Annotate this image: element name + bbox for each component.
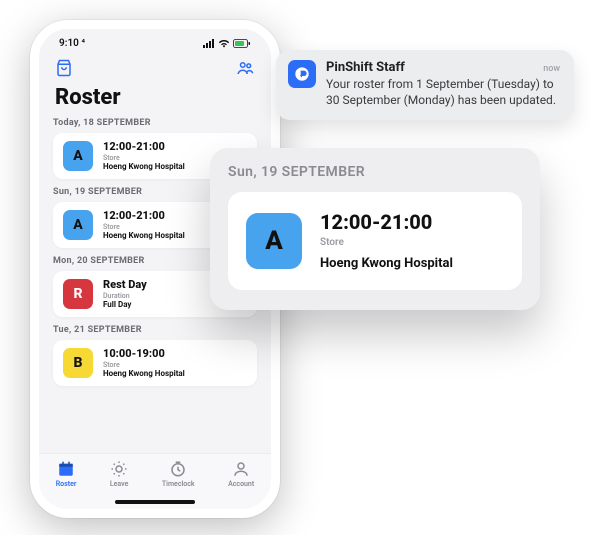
enlarged-day-label: Sun, 19 SEPTEMBER [228, 164, 522, 180]
enlarged-shift-location: Hoeng Kwong Hospital [320, 256, 453, 272]
day-label: Today, 18 SEPTEMBER [53, 118, 257, 133]
shift-role: Duration [103, 292, 147, 300]
shift-role: Store [103, 154, 185, 162]
enlarged-shift-role: Store [320, 237, 453, 250]
shift-card[interactable]: B 10:00-19:00 Store Hoeng Kwong Hospital [53, 340, 257, 386]
clock-icon [169, 460, 187, 478]
shift-info: 10:00-19:00 Store Hoeng Kwong Hospital [103, 348, 185, 378]
shift-info: 12:00-21:00 Store Hoeng Kwong Hospital [103, 141, 185, 171]
push-notification[interactable]: PinShift Staff now Your roster from 1 Se… [276, 50, 574, 120]
app-bar [39, 53, 271, 83]
day-label: Tue, 21 SEPTEMBER [53, 325, 257, 340]
shift-time: 12:00-21:00 [103, 141, 185, 154]
calendar-icon [57, 460, 75, 478]
notification-app-name: PinShift Staff [326, 60, 405, 75]
notification-timestamp: now [543, 64, 560, 74]
shift-time: 10:00-19:00 [103, 348, 185, 361]
status-bar: 9:10 ⁴ [39, 29, 271, 53]
shift-badge: A [63, 210, 93, 240]
shopping-bag-icon[interactable] [55, 59, 73, 81]
shift-role: Store [103, 361, 185, 369]
shift-time: Rest Day [103, 279, 147, 292]
tab-bar: Roster Leave Timeclock Account [39, 453, 271, 509]
tab-label: Leave [110, 480, 129, 488]
shift-time: 12:00-21:00 [103, 210, 185, 223]
shift-location: Hoeng Kwong Hospital [103, 231, 185, 240]
page-title: Roster [39, 83, 271, 118]
day-section: Tue, 21 SEPTEMBER B 10:00-19:00 Store Ho… [39, 325, 271, 394]
enlarged-shift-badge: A [246, 213, 302, 269]
shift-info: Rest Day Duration Full Day [103, 279, 147, 309]
tab-roster[interactable]: Roster [56, 460, 77, 488]
team-icon[interactable] [235, 59, 255, 81]
signal-icon [203, 39, 215, 48]
status-indicators [203, 39, 251, 48]
tab-label: Timeclock [162, 480, 195, 488]
battery-icon [233, 39, 251, 48]
person-icon [232, 460, 250, 478]
shift-badge: R [63, 279, 93, 309]
enlarged-shift-time: 12:00-21:00 [320, 210, 453, 235]
tab-account[interactable]: Account [228, 460, 254, 488]
shift-badge: A [63, 141, 93, 171]
tab-label: Roster [56, 480, 77, 488]
sun-icon [110, 460, 128, 478]
shift-location: Hoeng Kwong Hospital [103, 162, 185, 171]
shift-info: 12:00-21:00 Store Hoeng Kwong Hospital [103, 210, 185, 240]
notification-message: Your roster from 1 September (Tuesday) t… [326, 77, 560, 108]
home-indicator [115, 500, 195, 504]
tab-timeclock[interactable]: Timeclock [162, 460, 195, 488]
tab-label: Account [228, 480, 254, 488]
enlarged-shift[interactable]: A 12:00-21:00 Store Hoeng Kwong Hospital [228, 192, 522, 290]
shift-role: Store [103, 223, 185, 231]
tab-leave[interactable]: Leave [110, 460, 129, 488]
status-time: 9:10 ⁴ [59, 38, 85, 49]
enlarged-shift-card: Sun, 19 SEPTEMBER A 12:00-21:00 Store Ho… [210, 148, 540, 310]
shift-location: Full Day [103, 300, 147, 309]
shift-location: Hoeng Kwong Hospital [103, 369, 185, 378]
enlarged-shift-info: 12:00-21:00 Store Hoeng Kwong Hospital [320, 210, 453, 272]
wifi-icon [218, 39, 230, 48]
shift-badge: B [63, 348, 93, 378]
notification-body: PinShift Staff now Your roster from 1 Se… [326, 60, 560, 108]
notification-app-icon [288, 60, 316, 88]
